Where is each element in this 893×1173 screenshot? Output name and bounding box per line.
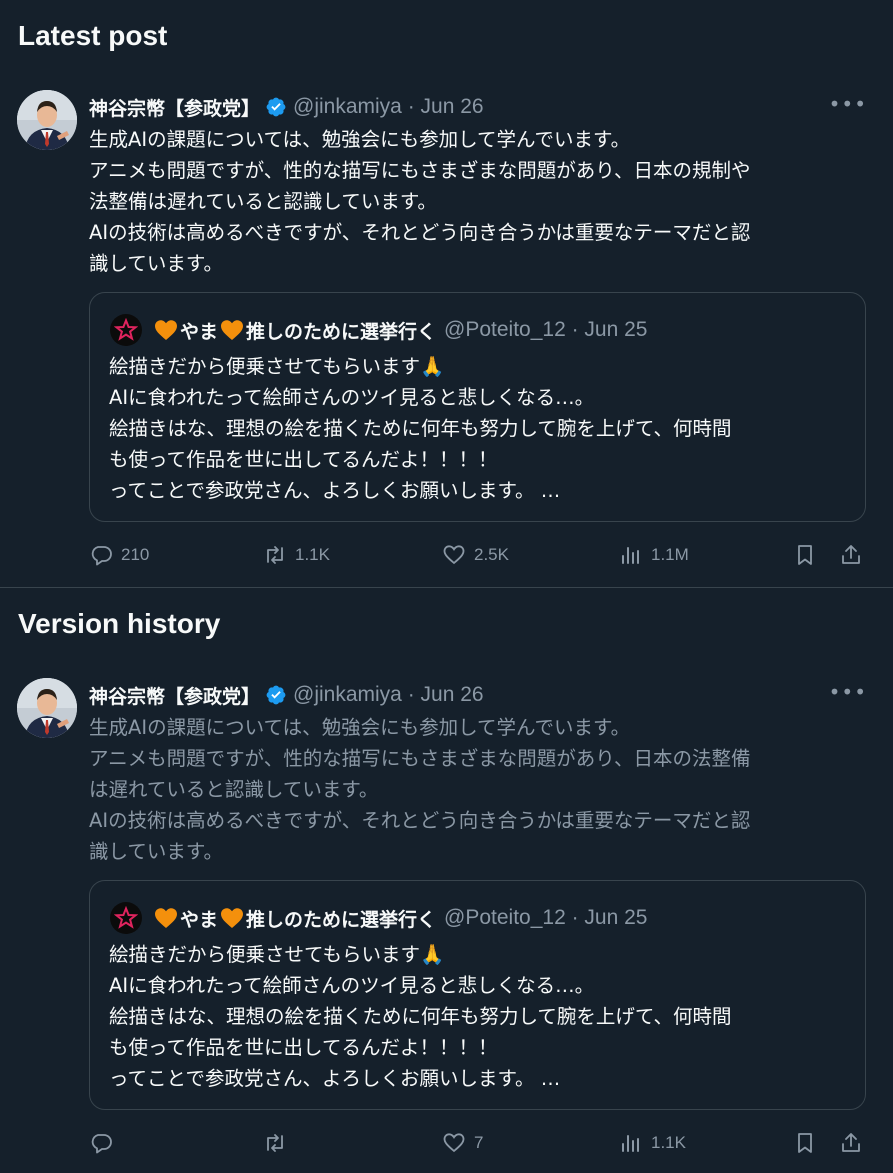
quoted-post-header: やま 推しのために選挙行く @Poteito_12 · Jun 25 — [110, 902, 647, 934]
like-button[interactable]: 7 — [442, 1128, 483, 1158]
post-header: 神谷宗幣【参政党】 @jinkamiya · Jun 26 — [89, 682, 873, 708]
reply-count: 210 — [121, 545, 150, 564]
share-button[interactable] — [839, 1128, 871, 1158]
reply-button[interactable]: 210 — [89, 540, 149, 570]
post-text-line: アニメも問題ですが、性的な描写にもさまざまな問題があり、日本の法整備 — [89, 747, 751, 770]
views-button[interactable]: 1.1M — [619, 540, 689, 570]
action-bar: 210 1.1K 2.5K 1.1M — [89, 540, 875, 570]
orange-heart-icon — [221, 908, 244, 928]
like-button[interactable]: 2.5K — [442, 540, 509, 570]
post-text-line: 生成AIの課題については、勉強会にも参加して学んでいます。 — [89, 128, 631, 151]
post-header: 神谷宗幣【参政党】 @jinkamiya · Jun 26 — [89, 94, 873, 120]
bookmark-icon — [798, 1133, 812, 1153]
more-icon[interactable]: ••• — [829, 680, 867, 704]
views-icon — [622, 1135, 639, 1152]
bookmark-icon — [798, 545, 812, 565]
action-bar: 7 1.1K — [89, 1128, 875, 1158]
verified-badge-icon — [266, 685, 286, 705]
quoted-handle-and-date[interactable]: @Poteito_12 · Jun 25 — [444, 318, 647, 342]
quoted-text-line: も使って作品を世に出してるんだよ！！！！ — [109, 1036, 498, 1059]
views-count: 1.1K — [651, 1133, 686, 1152]
quoted-text-line: AIに食われたって絵師さんのツイ見ると悲しくなる…。 — [109, 974, 595, 997]
post-text-line: は遅れていると認識しています。 — [89, 778, 379, 801]
views-icon — [622, 547, 639, 564]
quoted-text-line: 絵描きはな、理想の絵を描くために何年も努力して腕を上げて、何時間 — [109, 417, 732, 440]
author-name[interactable]: 神谷宗幣【参政党】 — [89, 94, 260, 121]
quoted-author-name-part[interactable]: 推しのために選挙行く — [246, 905, 436, 932]
repost-count: 1.1K — [295, 545, 330, 564]
reply-icon — [91, 1134, 112, 1154]
quoted-author-name-part[interactable]: 推しのために選挙行く — [246, 317, 436, 344]
like-count: 2.5K — [474, 545, 509, 564]
post-text-line: 生成AIの課題については、勉強会にも参加して学んでいます。 — [89, 716, 631, 739]
post-text-line: 識しています。 — [89, 840, 223, 863]
quoted-text: 絵描きだから便乗させてもらいます🙏 AIに食われたって絵師さんのツイ見ると悲しく… — [109, 351, 849, 506]
orange-heart-icon — [155, 908, 177, 928]
reply-icon — [91, 546, 112, 566]
reply-button[interactable] — [89, 1128, 121, 1158]
author-name[interactable]: 神谷宗幣【参政党】 — [89, 682, 260, 709]
bookmark-button[interactable] — [793, 540, 825, 570]
handle-and-date[interactable]: @jinkamiya · Jun 26 — [293, 95, 484, 119]
orange-heart-icon — [155, 320, 177, 340]
share-icon — [842, 1133, 860, 1152]
history-post[interactable]: 神谷宗幣【参政党】 @jinkamiya · Jun 26 ••• 生成AIの課… — [0, 678, 893, 1168]
quoted-text-line: ってことで参政党さん、よろしくお願いします。 … — [109, 479, 561, 502]
repost-icon — [267, 1134, 283, 1152]
avatar[interactable] — [17, 678, 77, 738]
quoted-avatar[interactable] — [110, 314, 142, 346]
post-text-line: AIの技術は高めるべきですが、それとどう向き合うかは重要なテーマだと認 — [89, 809, 751, 832]
repost-button[interactable]: 1.1K — [263, 540, 330, 570]
views-button[interactable]: 1.1K — [619, 1128, 686, 1158]
repost-button[interactable] — [263, 1128, 295, 1158]
latest-post[interactable]: 神谷宗幣【参政党】 @jinkamiya · Jun 26 ••• 生成AIの課… — [0, 90, 893, 580]
heart-icon — [443, 1133, 465, 1153]
quoted-author-name-part[interactable]: やま — [180, 905, 218, 932]
share-button[interactable] — [839, 540, 871, 570]
quoted-text-line: 絵描きだから便乗させてもらいます🙏 — [109, 943, 445, 966]
quoted-post[interactable]: やま 推しのために選挙行く @Poteito_12 · Jun 25 絵描きだか… — [89, 880, 866, 1110]
post-text-line: 法整備は遅れていると認識しています。 — [89, 190, 437, 213]
post-text: 生成AIの課題については、勉強会にも参加して学んでいます。 アニメも問題ですが、… — [89, 124, 869, 279]
section-divider — [0, 587, 893, 588]
orange-heart-icon — [221, 320, 244, 340]
quoted-text-line: も使って作品を世に出してるんだよ！！！！ — [109, 448, 498, 471]
handle-and-date[interactable]: @jinkamiya · Jun 26 — [293, 683, 484, 707]
quoted-post-header: やま 推しのために選挙行く @Poteito_12 · Jun 25 — [110, 314, 647, 346]
avatar[interactable] — [17, 90, 77, 150]
quoted-text-line: 絵描きだから便乗させてもらいます🙏 — [109, 355, 445, 378]
latest-post-title: Latest post — [18, 20, 168, 51]
quoted-text: 絵描きだから便乗させてもらいます🙏 AIに食われたって絵師さんのツイ見ると悲しく… — [109, 939, 849, 1094]
bookmark-button[interactable] — [793, 1128, 825, 1158]
quoted-text-line: AIに食われたって絵師さんのツイ見ると悲しくなる…。 — [109, 386, 595, 409]
version-history-title: Version history — [18, 608, 221, 639]
quoted-handle-and-date[interactable]: @Poteito_12 · Jun 25 — [444, 906, 647, 930]
heart-icon — [443, 545, 465, 565]
views-count: 1.1M — [651, 545, 689, 564]
quoted-post[interactable]: やま 推しのために選挙行く @Poteito_12 · Jun 25 絵描きだか… — [89, 292, 866, 522]
quoted-avatar[interactable] — [110, 902, 142, 934]
verified-badge-icon — [266, 97, 286, 117]
like-count: 7 — [474, 1133, 484, 1152]
share-icon — [842, 545, 860, 564]
more-icon[interactable]: ••• — [829, 92, 867, 116]
post-text: 生成AIの課題については、勉強会にも参加して学んでいます。 アニメも問題ですが、… — [89, 712, 869, 867]
quoted-author-name-part[interactable]: やま — [180, 317, 218, 344]
quoted-text-line: ってことで参政党さん、よろしくお願いします。 … — [109, 1067, 561, 1090]
post-text-line: 識しています。 — [89, 252, 223, 275]
repost-icon — [267, 546, 283, 564]
quoted-text-line: 絵描きはな、理想の絵を描くために何年も努力して腕を上げて、何時間 — [109, 1005, 732, 1028]
post-text-line: アニメも問題ですが、性的な描写にもさまざまな問題があり、日本の規制や — [89, 159, 751, 182]
post-text-line: AIの技術は高めるべきですが、それとどう向き合うかは重要なテーマだと認 — [89, 221, 751, 244]
